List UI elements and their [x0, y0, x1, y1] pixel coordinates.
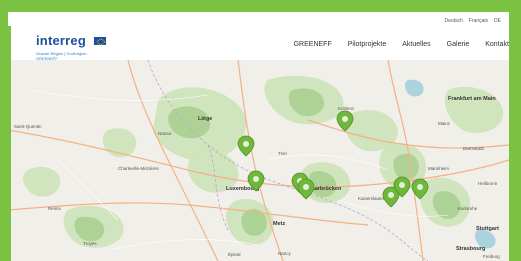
label-strasbourg: Strasbourg: [456, 246, 485, 252]
main-nav: GREENEFF Pilotprojekte Aktuelles Galerie…: [294, 41, 509, 48]
nav-pilotprojekte[interactable]: Pilotprojekte: [348, 41, 387, 48]
site-header: interreg Grande Région | Großregion GREE…: [8, 12, 509, 61]
label-charleville: Charleville-Mézières: [118, 166, 160, 171]
lang-francais[interactable]: Français: [469, 18, 488, 24]
label-koblenz: Koblenz: [338, 106, 355, 111]
nav-galerie[interactable]: Galerie: [447, 41, 470, 48]
project-map[interactable]: Saint-Quentin Frankfurt am Main Mainz Me…: [8, 60, 509, 261]
lang-deutsch[interactable]: Deutsch: [445, 18, 463, 24]
label-mannheim: Mannheim: [428, 166, 449, 171]
eu-flag-icon: [94, 36, 107, 45]
label-namur: Namur: [158, 131, 172, 136]
map-canvas: Saint-Quentin Frankfurt am Main Mainz Me…: [8, 60, 509, 261]
language-bar: Deutsch Français DE: [445, 18, 501, 24]
frame-left-border: [8, 26, 11, 261]
label-metz: Metz: [273, 221, 285, 227]
label-reims: Reims: [48, 206, 62, 211]
label-troyes: Troyes: [83, 241, 97, 246]
label-liege: Liège: [198, 116, 212, 122]
label-stuttgart: Stuttgart: [476, 226, 499, 232]
label-mainz: Mainz: [438, 121, 451, 126]
nav-aktuelles[interactable]: Aktuelles: [402, 41, 430, 48]
label-nancy: Nancy: [278, 251, 292, 256]
label-epinal: Épinal: [228, 251, 241, 257]
label-saint-quentin: Saint-Quentin: [14, 124, 42, 129]
nav-kontakt[interactable]: Kontakt: [485, 41, 509, 48]
label-karlsruhe: Karlsruhe: [458, 206, 478, 211]
label-trier: Trier: [278, 151, 288, 156]
label-heilbronn: Heilbronn: [478, 181, 498, 186]
logo-name: interreg: [36, 33, 87, 48]
label-freiburg: Freiburg: [483, 254, 500, 259]
interreg-logo[interactable]: interreg Grande Région | Großregion GREE…: [36, 32, 107, 61]
label-frankfurt: Frankfurt am Main: [448, 96, 496, 102]
label-darmstadt: Darmstadt: [463, 146, 485, 151]
website-page: interreg Grande Région | Großregion GREE…: [8, 12, 509, 261]
nav-greeneff[interactable]: GREENEFF: [294, 41, 332, 48]
lang-de[interactable]: DE: [494, 18, 501, 24]
